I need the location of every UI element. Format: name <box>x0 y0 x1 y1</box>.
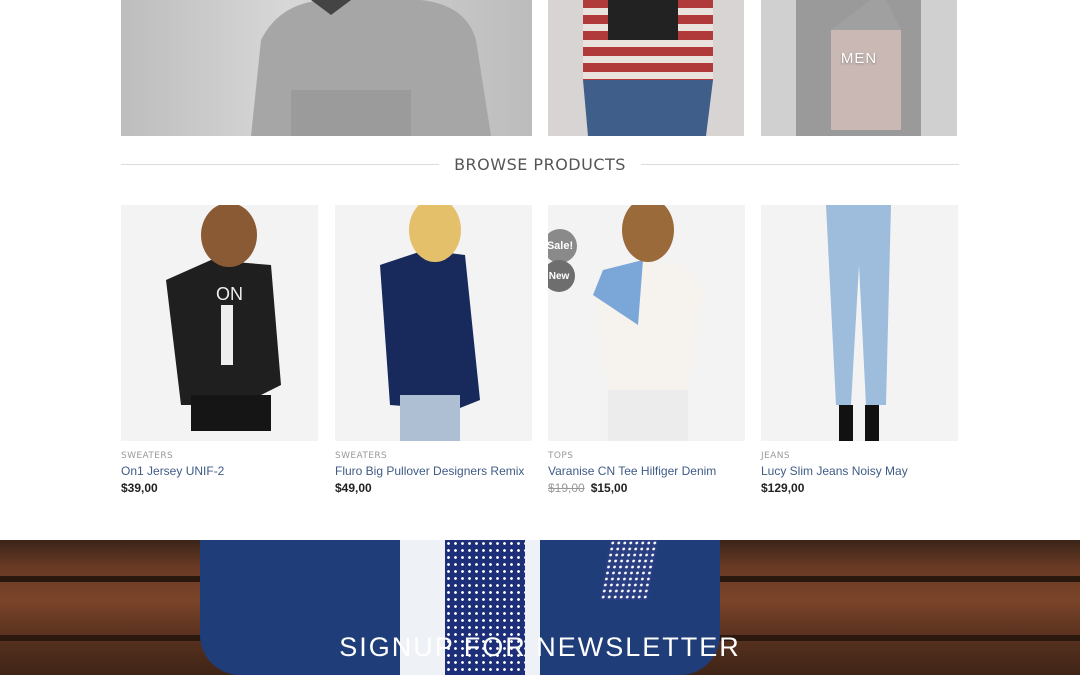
product-image[interactable]: ON <box>121 205 318 441</box>
product-category[interactable]: TOPS <box>548 451 745 461</box>
current-price: $15,00 <box>590 481 628 495</box>
striped-sweater-model-image <box>583 0 713 136</box>
product-price: $49,00 <box>335 481 532 495</box>
men-tshirt-model-image <box>796 0 921 136</box>
product-category[interactable]: SWEATERS <box>121 451 318 461</box>
product-name[interactable]: On1 Jersey UNIF-2 <box>121 464 318 479</box>
newsletter-title: SIGNUP FOR NEWSLETTER <box>339 632 741 662</box>
current-price: $49,00 <box>335 481 372 495</box>
product-card[interactable]: Sale! New TOPS Varanise CN Tee Hilfiger … <box>548 205 745 495</box>
product-price: $39,00 <box>121 481 318 495</box>
product-name[interactable]: Fluro Big Pullover Designers Remix <box>335 464 532 479</box>
heading-divider-right <box>641 164 959 165</box>
product-card[interactable]: ON SWEATERS On1 Jersey UNIF-2 $39,00 <box>121 205 318 495</box>
hoodie-model-image <box>251 0 491 136</box>
product-card[interactable]: SWEATERS Fluro Big Pullover Designers Re… <box>335 205 532 495</box>
product-price: $19,00 $15,00 <box>548 481 745 495</box>
product-category[interactable]: SWEATERS <box>335 451 532 461</box>
current-price: $39,00 <box>121 481 158 495</box>
browse-products-heading: BROWSE PRODUCTS <box>121 150 959 180</box>
original-price: $19,00 <box>548 481 585 495</box>
category-banner-sweaters[interactable] <box>121 0 532 136</box>
product-card[interactable]: JEANS Lucy Slim Jeans Noisy May $129,00 <box>761 205 958 495</box>
product-name[interactable]: Varanise CN Tee Hilfiger Denim <box>548 464 745 479</box>
category-banner-women[interactable] <box>548 0 744 136</box>
product-image[interactable] <box>761 205 958 441</box>
svg-text:ON: ON <box>216 284 243 304</box>
product-category[interactable]: JEANS <box>761 451 958 461</box>
product-name[interactable]: Lucy Slim Jeans Noisy May <box>761 464 958 479</box>
category-label-men: MEN <box>840 50 878 67</box>
newsletter-banner: SIGNUP FOR NEWSLETTER <box>0 540 1080 675</box>
category-banner-men[interactable]: MEN <box>761 0 957 136</box>
product-image[interactable] <box>335 205 532 441</box>
product-image[interactable]: Sale! New <box>548 205 745 441</box>
current-price: $129,00 <box>761 481 805 495</box>
product-price: $129,00 <box>761 481 958 495</box>
